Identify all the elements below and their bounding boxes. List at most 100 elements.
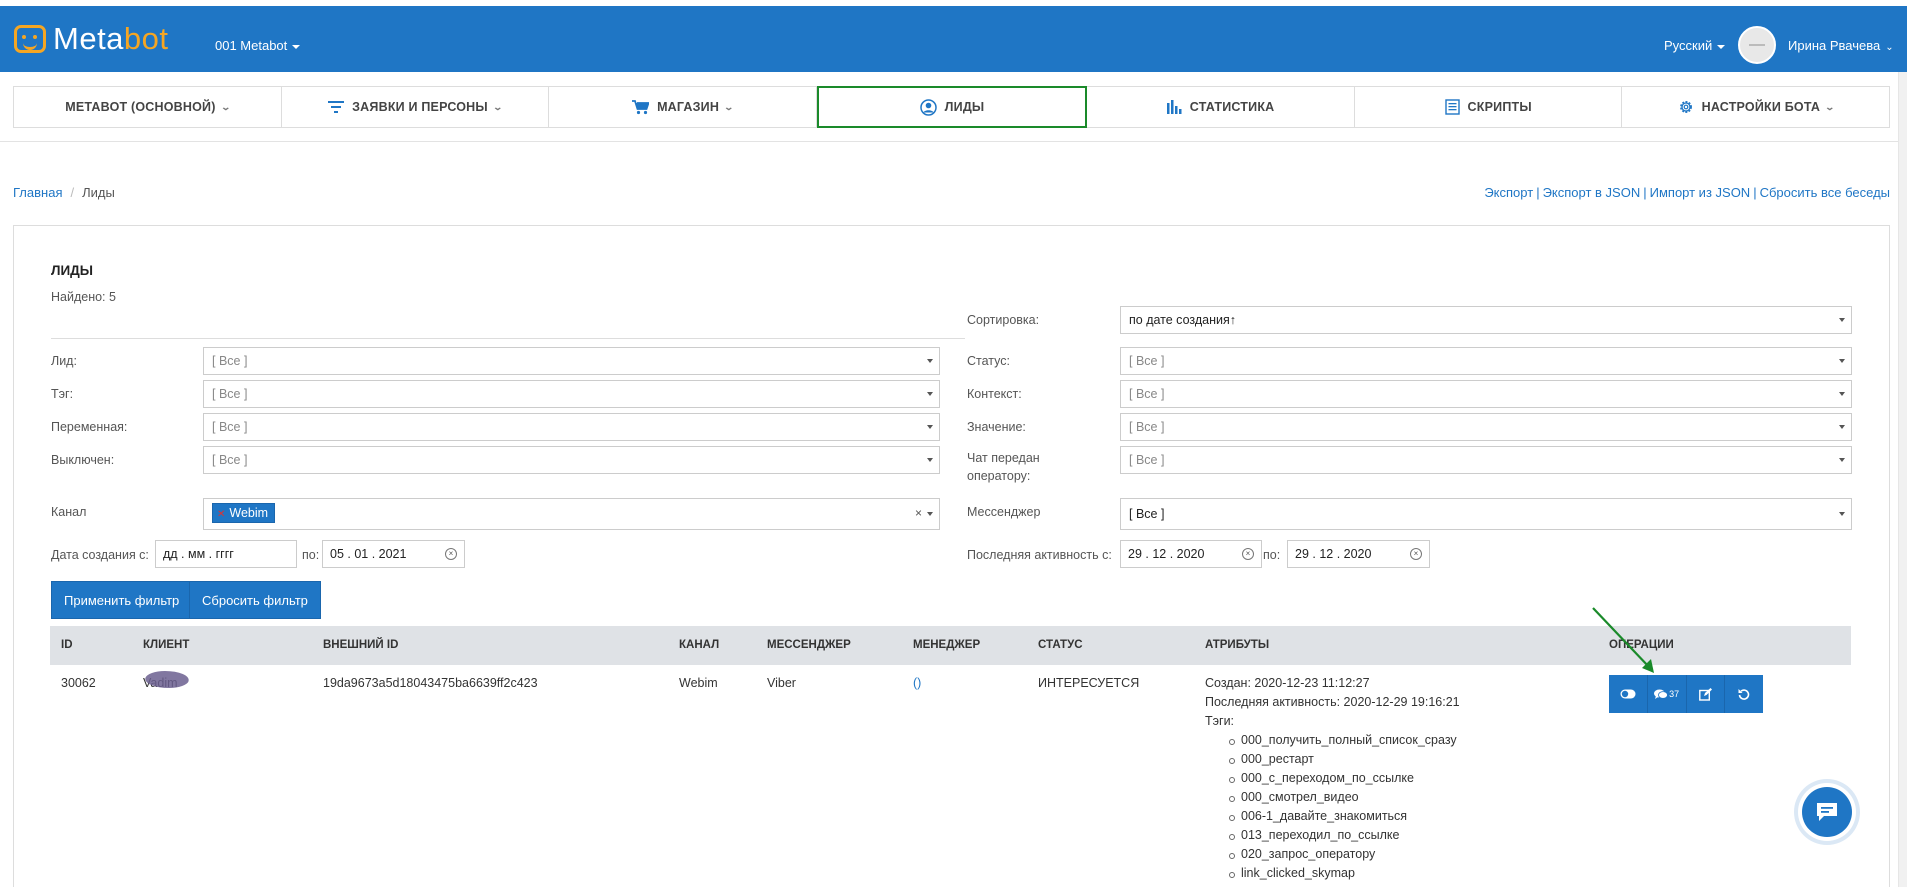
- tab-leads[interactable]: ЛИДЫ: [816, 86, 1088, 128]
- clear-icon[interactable]: ×: [1242, 548, 1254, 560]
- tab-statistics[interactable]: СТАТИСТИКА: [1087, 87, 1355, 127]
- variable-label: Переменная:: [51, 420, 128, 434]
- avatar[interactable]: [1738, 26, 1776, 64]
- tab-requests-persons[interactable]: ЗАЯВКИ И ПЕРСОНЫ ⌄: [282, 87, 550, 127]
- channel: Webim: [679, 676, 718, 690]
- found-count: Найдено: 5: [51, 290, 116, 304]
- dropdown-arrow-icon: [927, 392, 933, 396]
- col-status[interactable]: СТАТУС: [1038, 639, 1083, 651]
- reset-chats-link[interactable]: Сбросить все беседы: [1760, 185, 1890, 200]
- created-to-label: по:: [302, 548, 320, 562]
- sort-select[interactable]: по дате создания↑: [1120, 306, 1852, 334]
- clear-icon[interactable]: ×: [445, 548, 457, 560]
- logo[interactable]: Metabot: [14, 21, 169, 56]
- tag-select[interactable]: [ Все ]: [203, 380, 940, 408]
- toggle-button[interactable]: [1609, 675, 1648, 713]
- export-json-link[interactable]: Экспорт в JSON: [1543, 185, 1641, 200]
- col-channel[interactable]: КАНАЛ: [679, 639, 719, 651]
- messenger-select[interactable]: [ Все ]: [1120, 498, 1852, 530]
- variable-value: [ Все ]: [212, 420, 248, 434]
- channel-select[interactable]: ✕ Webim ×: [203, 498, 940, 530]
- reset-lead-button[interactable]: [1725, 675, 1763, 713]
- operator-label: Чат передан оператору:: [967, 451, 1040, 483]
- col-external-id[interactable]: ВНЕШНИЙ ID: [323, 639, 398, 651]
- value-select[interactable]: [ Все ]: [1120, 413, 1852, 441]
- apply-filter-button[interactable]: Применить фильтр: [51, 581, 193, 619]
- tag-item: 000_смотрел_видео: [1229, 788, 1460, 807]
- filter-icon: [328, 101, 345, 113]
- created-from-input[interactable]: дд . мм . гггг: [155, 540, 297, 568]
- document-icon: [1444, 99, 1460, 115]
- bar-chart-icon: [1166, 100, 1182, 114]
- messenger-value: [ Все ]: [1129, 507, 1165, 521]
- status-label: Статус:: [967, 354, 1010, 368]
- tag-item: 000_рестарт: [1229, 750, 1460, 769]
- channel-chip[interactable]: ✕ Webim: [212, 503, 276, 523]
- chat-count-badge: 37: [1669, 689, 1680, 699]
- status-badge: ИНТЕРЕСУЕТСЯ: [1038, 676, 1140, 690]
- variable-select[interactable]: [ Все ]: [203, 413, 940, 441]
- robot-chat-icon: [14, 25, 46, 53]
- col-manager[interactable]: МЕНЕДЖЕР: [913, 639, 980, 651]
- col-messenger[interactable]: МЕССЕНДЖЕР: [767, 639, 851, 651]
- dropdown-arrow-icon: [927, 425, 933, 429]
- activity-to-label: по:: [1263, 548, 1281, 562]
- status-select[interactable]: [ Все ]: [1120, 347, 1852, 375]
- tab-scripts[interactable]: СКРИПТЫ: [1355, 87, 1623, 127]
- client-name[interactable]: Vadim: [143, 674, 178, 693]
- dropdown-arrow-icon: [1839, 318, 1845, 322]
- tab-label: МАГАЗИН: [657, 100, 720, 114]
- leads-panel: ЛИДЫ Найдено: 5 Сортировка: по дате созд…: [13, 225, 1890, 887]
- page-scrollbar[interactable]: [1898, 72, 1907, 887]
- page-title: ЛИДЫ: [51, 263, 94, 278]
- activity-to-value: 29 . 12 . 2020: [1295, 547, 1372, 561]
- tag-item: 000_с_переходом_по_ссылке: [1229, 769, 1460, 788]
- clear-icon[interactable]: ×: [1410, 548, 1422, 560]
- lead-value: [ Все ]: [212, 354, 248, 368]
- chevron-down-icon: ⌄: [1824, 101, 1836, 112]
- support-chat-button[interactable]: [1798, 783, 1856, 841]
- value-label: Значение:: [967, 420, 1026, 434]
- user-menu[interactable]: Ирина Рвачева ⌄: [1788, 38, 1894, 53]
- bot-selector[interactable]: 001 Metabot: [215, 38, 301, 53]
- tab-bot-settings[interactable]: НАСТРОЙКИ БОТА ⌄: [1622, 87, 1889, 127]
- gear-icon: [1678, 99, 1694, 115]
- messenger: Viber: [767, 676, 796, 690]
- col-client[interactable]: КЛИЕНТ: [143, 639, 189, 651]
- tab-label: МЕТАВОТ (ОСНОВНОЙ): [65, 100, 216, 114]
- toggle-icon: [1620, 689, 1636, 699]
- activity-to-input[interactable]: 29 . 12 . 2020 ×: [1287, 540, 1430, 568]
- language-selector[interactable]: Русский: [1664, 38, 1726, 53]
- manager-link[interactable]: (): [913, 674, 921, 693]
- chat-history-button[interactable]: 37: [1648, 675, 1687, 713]
- created-to-input[interactable]: 05 . 01 . 2021 ×: [322, 540, 465, 568]
- disabled-select[interactable]: [ Все ]: [203, 446, 940, 474]
- disabled-value: [ Все ]: [212, 453, 248, 467]
- import-json-link[interactable]: Импорт из JSON: [1650, 185, 1751, 200]
- created-date: Создан: 2020-12-23 11:12:27: [1205, 676, 1370, 690]
- client-name-text: Vadim: [143, 674, 178, 693]
- edit-icon: [1698, 687, 1712, 701]
- col-id[interactable]: ID: [61, 639, 73, 651]
- breadcrumb-home[interactable]: Главная: [13, 185, 62, 200]
- operator-select[interactable]: [ Все ]: [1120, 446, 1852, 474]
- edit-button[interactable]: [1687, 675, 1726, 713]
- dropdown-arrow-icon: [927, 512, 933, 516]
- export-link[interactable]: Экспорт: [1484, 185, 1533, 200]
- person-circle-icon: [919, 98, 937, 116]
- lead-id[interactable]: 30062: [61, 674, 96, 693]
- breadcrumb: Главная / Лиды: [13, 185, 115, 200]
- created-from-label: Дата создания с:: [51, 548, 149, 562]
- divider: [51, 338, 965, 339]
- activity-from-label: Последняя активность с:: [967, 548, 1112, 562]
- clear-icon[interactable]: ×: [915, 506, 922, 520]
- reset-filter-button[interactable]: Сбросить фильтр: [189, 581, 321, 619]
- lead-label: Лид:: [51, 354, 77, 368]
- activity-from-input[interactable]: 29 . 12 . 2020 ×: [1120, 540, 1262, 568]
- tab-shop[interactable]: МАГАЗИН ⌄: [549, 87, 817, 127]
- lead-select[interactable]: [ Все ]: [203, 347, 940, 375]
- nav-divider: [0, 141, 1907, 142]
- context-select[interactable]: [ Все ]: [1120, 380, 1852, 408]
- tab-metabot-main[interactable]: МЕТАВОТ (ОСНОВНОЙ) ⌄: [14, 87, 282, 127]
- remove-chip-icon[interactable]: ✕: [217, 509, 225, 520]
